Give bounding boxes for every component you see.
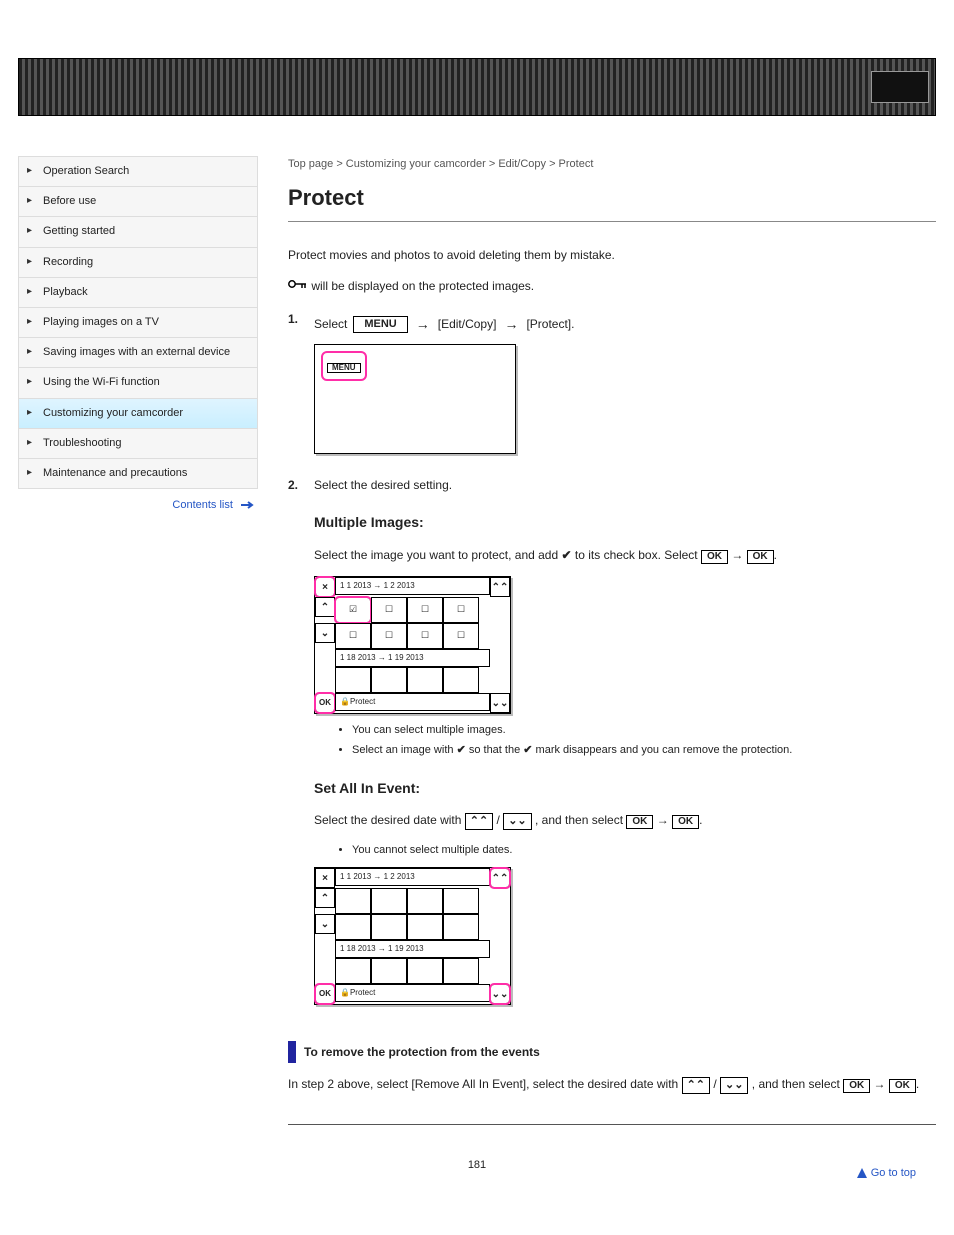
ok-button: OK — [672, 815, 699, 829]
lcd-menu-diagram: MENU — [314, 344, 516, 454]
menu-highlight: MENU — [321, 351, 367, 382]
close-icon: × — [315, 868, 335, 888]
date-range-1b: 1 1 2013 → 1 2 2013 — [335, 868, 490, 886]
nav-maintenance[interactable]: Maintenance and precautions — [19, 458, 257, 489]
page-down-icon: ⌄⌄ — [490, 693, 510, 713]
up-icon: ⌃ — [315, 888, 335, 908]
date-range-2: 1 18 2013 → 1 19 2013 — [335, 649, 490, 667]
nav-saving-external[interactable]: Saving images with an external device — [19, 337, 257, 367]
nav-troubleshooting[interactable]: Troubleshooting — [19, 428, 257, 458]
print-button[interactable] — [871, 71, 929, 103]
main-content: Top page > Customizing your camcorder > … — [288, 156, 936, 1135]
remove-line1: In step 2 above, select [Remove All In E… — [288, 1077, 678, 1091]
ok-button: OK — [701, 550, 728, 564]
date-range-2b: 1 18 2013 → 1 19 2013 — [335, 940, 490, 958]
breadcrumb: Top page > Customizing your camcorder > … — [288, 156, 936, 173]
bottom-rule — [288, 1124, 936, 1125]
page-down-button: ⌄⌄ — [503, 813, 531, 830]
page-up-icon: ⌃⌃ — [490, 577, 510, 597]
nav-customizing[interactable]: Customizing your camcorder — [19, 398, 257, 428]
nav-before-use[interactable]: Before use — [19, 186, 257, 216]
grid-diagram-multiple: × 1 1 2013 → 1 2 2013 ⌃⌃ ⌃ ☑ ☐ ☐ ☐ — [314, 576, 511, 714]
menu-badge: MENU — [327, 363, 361, 373]
step1-flow: Select MENU → [Edit/Copy] → [Protect]. — [314, 314, 936, 336]
check-icon: ✔ — [457, 744, 466, 756]
key-icon — [288, 277, 308, 296]
thumb-checked: ☑ — [335, 597, 371, 623]
option-multiple-images: Multiple Images: — [314, 512, 936, 534]
arrow-icon: → — [874, 1077, 886, 1091]
bullet-multi-2: Select an image with ✔ so that the ✔ mar… — [352, 742, 936, 759]
nav-playback[interactable]: Playback — [19, 277, 257, 307]
menu-button: MENU — [353, 316, 407, 333]
arrow-icon: → — [657, 813, 669, 827]
page-up-button: ⌃⌃ — [465, 813, 493, 830]
sidebar: Operation Search Before use Getting star… — [18, 156, 258, 1135]
nav-operation-search[interactable]: Operation Search — [19, 156, 257, 186]
go-to-top-link[interactable]: Go to top — [856, 1167, 916, 1179]
step1-number: 1. — [288, 310, 304, 462]
ok-highlight-2: OK — [315, 984, 335, 1004]
top-banner — [18, 58, 936, 116]
option-multiple-desc: Select the image you want to protect, an… — [314, 546, 936, 565]
arrow-icon: → — [731, 548, 743, 562]
remove-protection-body: In step 2 above, select [Remove All In E… — [288, 1075, 936, 1094]
option-set-all-desc: Select the desired date with ⌃⌃ / ⌄⌄ , a… — [314, 811, 936, 830]
page-up-button: ⌃⌃ — [682, 1077, 710, 1094]
triangle-up-icon — [856, 1167, 868, 1179]
arrow-icon: → — [502, 314, 520, 336]
bullet-setall-1: You cannot select multiple dates. — [352, 842, 936, 859]
section-title: To remove the protection from the events — [304, 1043, 540, 1062]
key-note: will be displayed on the protected image… — [288, 277, 936, 296]
nav-recording[interactable]: Recording — [19, 247, 257, 277]
nav-getting-started[interactable]: Getting started — [19, 216, 257, 246]
close-icon: × — [315, 577, 335, 597]
arrow-right-icon — [240, 501, 254, 509]
ok-highlight: OK — [315, 693, 335, 713]
key-note-text: will be displayed on the protected image… — [311, 279, 534, 293]
contents-list-label: Contents list — [172, 499, 233, 511]
check-icon: ✔ — [562, 548, 572, 562]
option-set-all: Set All In Event: — [314, 778, 936, 800]
step2-number: 2. — [288, 476, 304, 1014]
page-number: 181 — [0, 1135, 954, 1171]
up-icon: ⌃ — [315, 597, 335, 617]
nav-playing-on-tv[interactable]: Playing images on a TV — [19, 307, 257, 337]
page-down-highlight: ⌄⌄ — [490, 984, 510, 1004]
section-marker — [288, 1041, 296, 1063]
ok-button: OK — [747, 550, 774, 564]
step2-intro: Select the desired setting. — [314, 476, 936, 495]
check-icon: ✔ — [523, 744, 532, 756]
date-range-1: 1 1 2013 → 1 2 2013 — [335, 577, 490, 595]
nav-list: Operation Search Before use Getting star… — [18, 156, 258, 489]
ok-button: OK — [843, 1079, 870, 1093]
arrow-icon: → — [414, 314, 432, 336]
grid-diagram-event: × 1 1 2013 → 1 2 2013 ⌃⌃ ⌃ — [314, 867, 511, 1005]
bullet-multi-1: You can select multiple images. — [352, 722, 936, 739]
down-icon: ⌄ — [315, 623, 335, 643]
ok-button: OK — [626, 815, 653, 829]
page-down-button: ⌄⌄ — [720, 1077, 748, 1094]
contents-list-link[interactable]: Contents list — [18, 489, 258, 511]
ok-button: OK — [889, 1079, 916, 1093]
section-remove-protection: To remove the protection from the events — [288, 1041, 936, 1063]
down-icon: ⌄ — [315, 914, 335, 934]
nav-wifi[interactable]: Using the Wi-Fi function — [19, 367, 257, 397]
protect-label-2: Protect — [350, 987, 375, 999]
protect-label: Protect — [350, 696, 375, 708]
go-to-top-label: Go to top — [871, 1167, 916, 1179]
intro-text: Protect movies and photos to avoid delet… — [288, 246, 936, 265]
page-title: Protect — [288, 181, 936, 222]
page-up-highlight: ⌃⌃ — [490, 868, 510, 888]
